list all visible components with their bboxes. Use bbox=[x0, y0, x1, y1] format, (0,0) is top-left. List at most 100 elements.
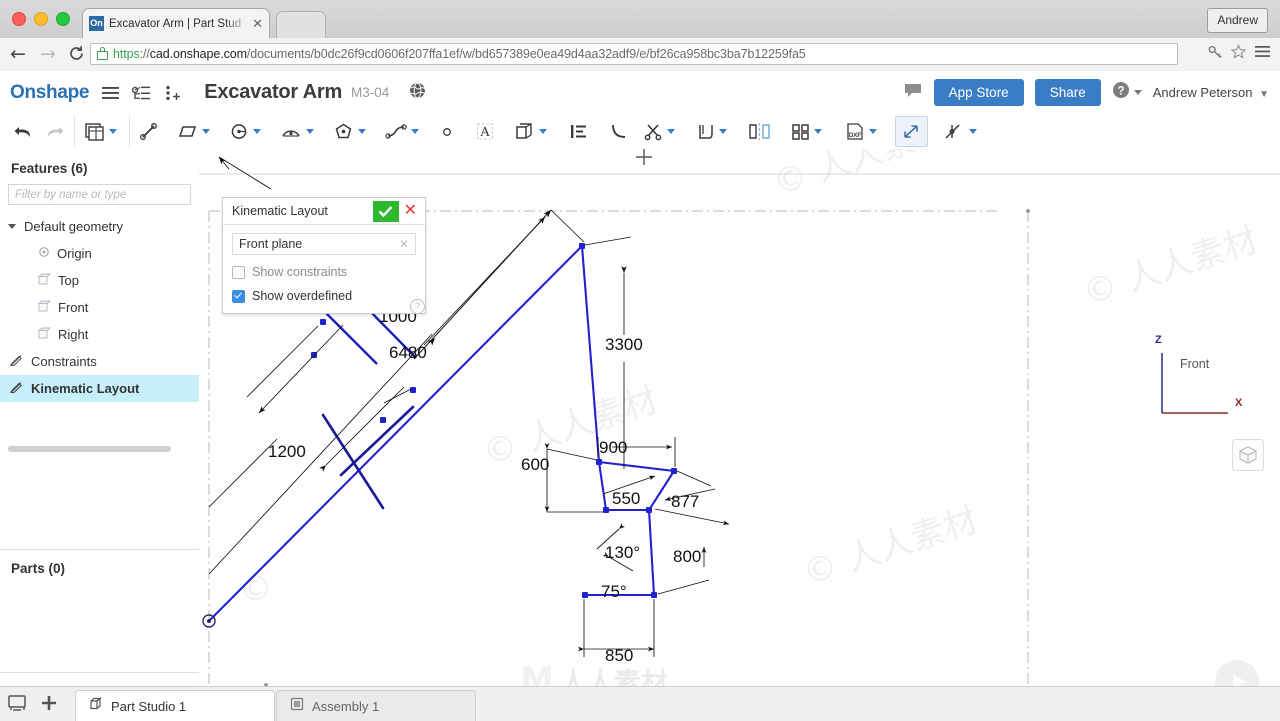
view-cube-icon[interactable] bbox=[1232, 439, 1264, 471]
rectangle-tool-button[interactable] bbox=[172, 116, 218, 147]
tree-item-kinematic-layout[interactable]: Kinematic Layout bbox=[0, 375, 199, 402]
undo-button[interactable] bbox=[8, 116, 39, 147]
pattern-tool-button[interactable] bbox=[786, 116, 830, 147]
new-sketch-button[interactable] bbox=[74, 116, 125, 147]
dimension-label-900[interactable]: 900 bbox=[599, 438, 627, 458]
display-mode-icon[interactable] bbox=[8, 694, 28, 717]
show-overdefined-checkbox[interactable]: Show overdefined ? bbox=[232, 289, 425, 314]
dimension-label-6480[interactable]: 6480 bbox=[389, 343, 427, 363]
maximize-window-button[interactable] bbox=[56, 12, 70, 26]
forward-arrow-icon[interactable]: → bbox=[40, 45, 60, 65]
key-icon[interactable] bbox=[1208, 45, 1222, 64]
feature-filter-input[interactable]: Filter by name or type bbox=[8, 184, 191, 205]
minimize-window-button[interactable] bbox=[34, 12, 48, 26]
transform-tool-button[interactable] bbox=[565, 116, 592, 147]
polygon-tool-button[interactable] bbox=[328, 116, 374, 147]
tree-item-origin[interactable]: Origin bbox=[0, 240, 199, 267]
tree-item-front[interactable]: Front bbox=[0, 294, 199, 321]
help-menu[interactable]: ? bbox=[1112, 81, 1142, 104]
dimension-label-3300[interactable]: 3300 bbox=[605, 335, 643, 355]
reload-icon[interactable] bbox=[68, 45, 88, 65]
browser-profile-button[interactable]: Andrew bbox=[1207, 8, 1268, 33]
trim-tool-button[interactable] bbox=[639, 116, 683, 147]
plane-icon bbox=[37, 327, 52, 342]
globe-public-icon[interactable] bbox=[409, 82, 426, 104]
dimension-label-877[interactable]: 877 bbox=[671, 492, 699, 512]
dimension-label-800[interactable]: 800 bbox=[673, 547, 701, 567]
chevron-down-icon[interactable] bbox=[253, 129, 261, 134]
constraint-tool-button[interactable] bbox=[938, 116, 985, 147]
chevron-down-icon[interactable] bbox=[869, 129, 877, 134]
hamburger-menu-icon[interactable] bbox=[102, 86, 120, 100]
spline-tool-button[interactable] bbox=[380, 116, 427, 147]
dialog-cancel-button[interactable]: ✕ bbox=[404, 203, 417, 219]
feature-tree-scrollbar[interactable] bbox=[8, 446, 171, 452]
url-host: cad.onshape.com bbox=[149, 47, 247, 61]
chevron-down-icon[interactable] bbox=[8, 224, 16, 229]
share-button[interactable]: Share bbox=[1034, 79, 1101, 106]
clear-x-icon[interactable]: ✕ bbox=[399, 237, 409, 251]
close-window-button[interactable] bbox=[12, 12, 26, 26]
comment-icon[interactable] bbox=[903, 82, 923, 104]
mirror-tool-button[interactable] bbox=[743, 116, 776, 147]
dimension-tool-button[interactable] bbox=[895, 116, 928, 147]
dimension-label-600[interactable]: 600 bbox=[521, 455, 549, 475]
add-version-icon[interactable] bbox=[164, 85, 182, 101]
help-circle-icon[interactable]: ? bbox=[410, 299, 425, 314]
dxf-import-button[interactable]: DXF bbox=[840, 116, 885, 147]
text-tool-button[interactable]: A bbox=[471, 116, 499, 147]
back-arrow-icon[interactable]: ← bbox=[10, 45, 30, 65]
tree-item-default-geometry[interactable]: Default geometry bbox=[0, 213, 199, 240]
checkbox-box[interactable] bbox=[232, 289, 245, 303]
chevron-down-icon[interactable] bbox=[202, 129, 210, 134]
fillet-tool-button[interactable] bbox=[604, 116, 633, 147]
chevron-down-icon[interactable] bbox=[109, 129, 117, 134]
app-store-button[interactable]: App Store bbox=[933, 79, 1024, 106]
chevron-down-icon[interactable] bbox=[539, 129, 547, 134]
document-version: M3-04 bbox=[351, 85, 390, 100]
extend-tool-button[interactable] bbox=[691, 116, 735, 147]
tab-part-studio-1[interactable]: Part Studio 1 bbox=[75, 690, 275, 721]
chevron-down-icon[interactable] bbox=[719, 129, 727, 134]
chevron-down-icon[interactable] bbox=[411, 129, 419, 134]
dimension-label-1200[interactable]: 1200 bbox=[268, 442, 306, 462]
window-controls[interactable] bbox=[12, 12, 70, 26]
version-graph-icon[interactable] bbox=[132, 85, 151, 101]
new-tab-button[interactable] bbox=[276, 11, 326, 39]
browser-tab[interactable]: On Excavator Arm | Part Stud ✕ bbox=[82, 8, 270, 38]
arc-tool-button[interactable] bbox=[275, 116, 322, 147]
offset-tool-button[interactable] bbox=[509, 116, 555, 147]
user-menu[interactable]: Andrew Peterson ▼ bbox=[1153, 85, 1269, 100]
redo-button[interactable] bbox=[39, 116, 70, 147]
tree-item-right[interactable]: Right bbox=[0, 321, 199, 348]
address-bar[interactable]: https://cad.onshape.com/documents/b0dc26… bbox=[90, 43, 1178, 65]
chevron-down-icon[interactable] bbox=[358, 129, 366, 134]
circle-tool-button[interactable] bbox=[224, 116, 269, 147]
chevron-down-icon[interactable] bbox=[1133, 90, 1142, 95]
point-tool-button[interactable] bbox=[435, 116, 459, 147]
chevron-down-icon[interactable] bbox=[969, 129, 977, 134]
url-separator: :// bbox=[139, 47, 150, 61]
tab-assembly-1[interactable]: Assembly 1 bbox=[276, 690, 476, 721]
dimension-label-850[interactable]: 850 bbox=[605, 646, 633, 666]
dimension-label-75deg[interactable]: 75° bbox=[601, 582, 627, 602]
show-constraints-checkbox[interactable]: Show constraints bbox=[232, 265, 416, 279]
chevron-down-icon[interactable] bbox=[814, 129, 822, 134]
kinematic-layout-dialog[interactable]: Kinematic Layout ✕ Front plane ✕ Show co… bbox=[222, 197, 426, 314]
bookmark-star-icon[interactable] bbox=[1230, 44, 1247, 64]
help-circle-icon[interactable]: ? bbox=[1112, 81, 1130, 104]
chevron-down-icon[interactable] bbox=[306, 129, 314, 134]
tree-item-constraints[interactable]: Constraints bbox=[0, 348, 199, 375]
dimension-label-130deg[interactable]: 130° bbox=[605, 543, 640, 563]
tree-item-top[interactable]: Top bbox=[0, 267, 199, 294]
onshape-logo[interactable]: Onshape bbox=[10, 82, 90, 104]
plus-icon[interactable] bbox=[40, 694, 58, 717]
chevron-down-icon[interactable] bbox=[667, 129, 675, 134]
dialog-confirm-button[interactable] bbox=[372, 200, 399, 222]
line-tool-button[interactable] bbox=[129, 116, 164, 147]
checkbox-box[interactable] bbox=[232, 265, 245, 279]
dimension-label-550[interactable]: 550 bbox=[612, 489, 640, 509]
plane-selection-field[interactable]: Front plane ✕ bbox=[232, 233, 416, 255]
hamburger-menu-icon[interactable] bbox=[1255, 45, 1270, 63]
close-icon[interactable]: ✕ bbox=[252, 16, 263, 32]
